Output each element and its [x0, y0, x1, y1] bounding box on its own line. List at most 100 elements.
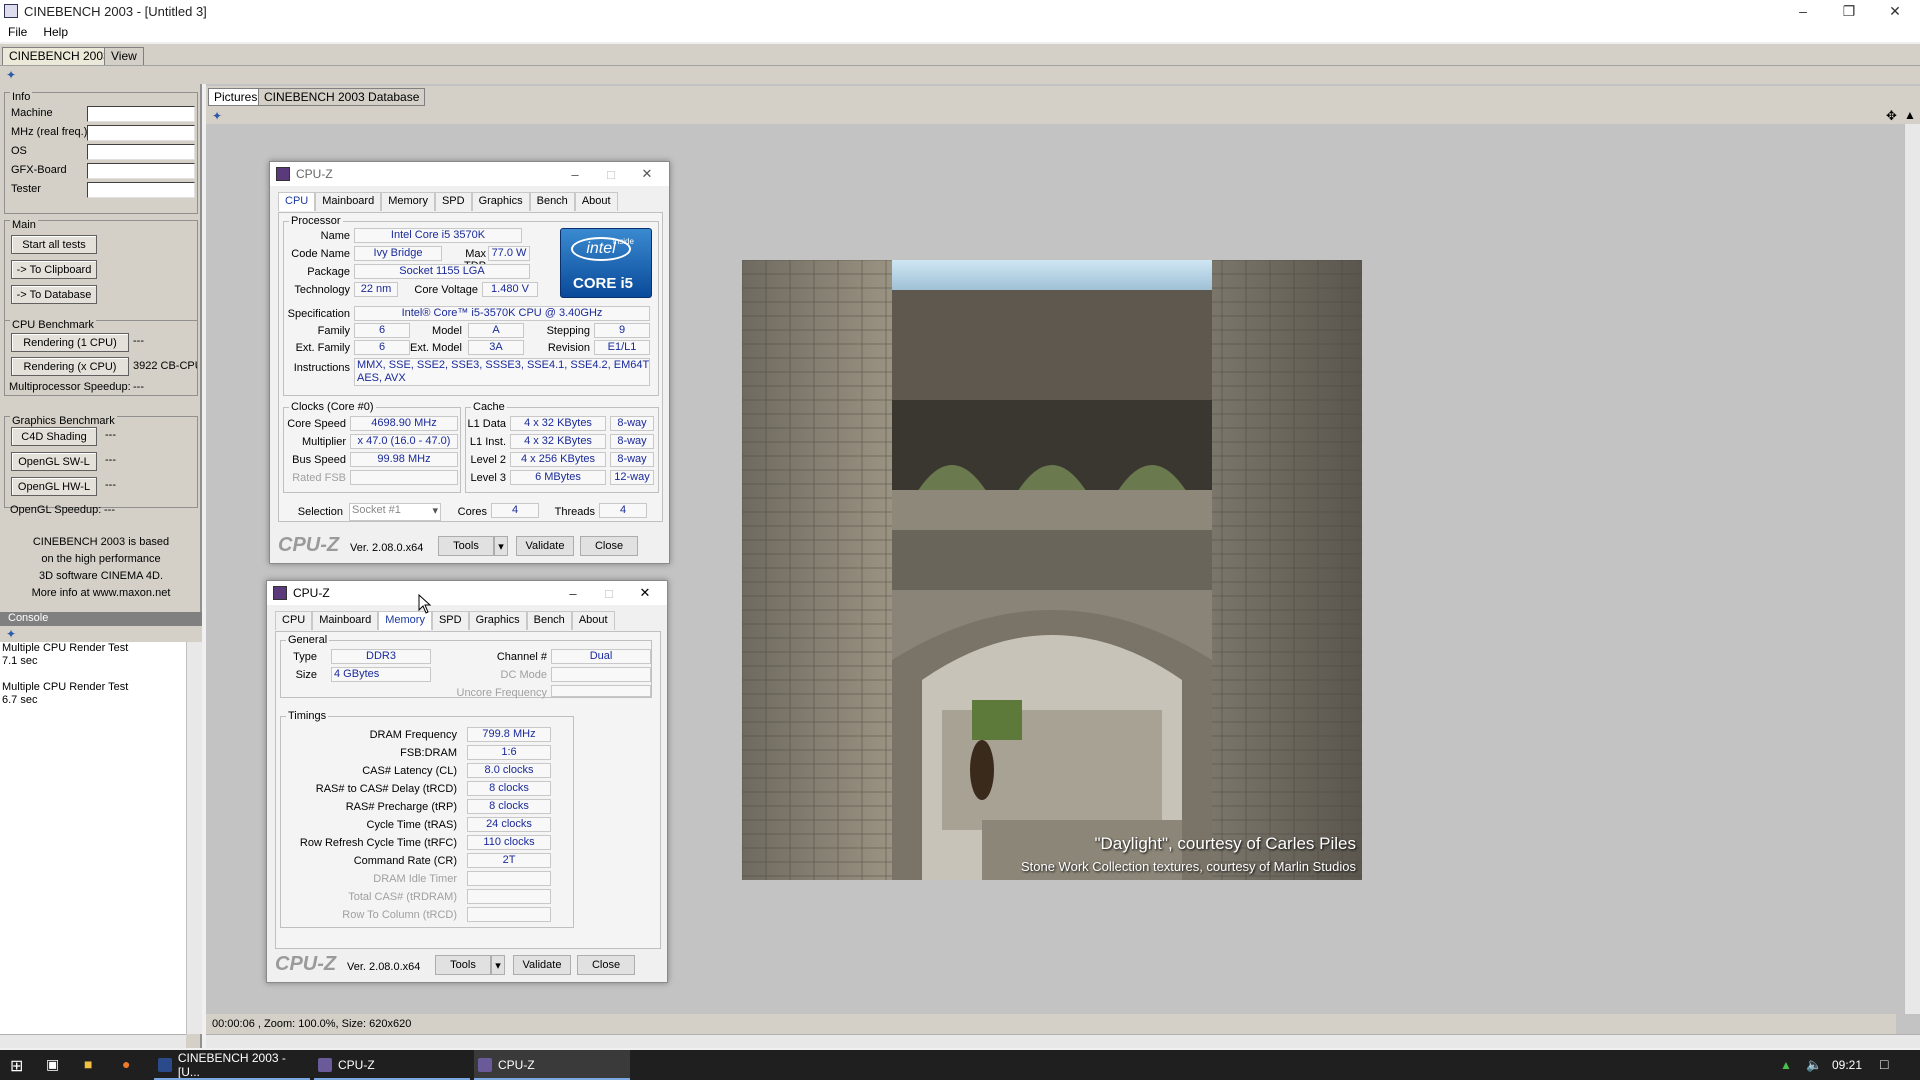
- opengl-swl-button[interactable]: OpenGL SW-L: [11, 452, 97, 471]
- validate-button[interactable]: Validate: [516, 536, 574, 556]
- tools-button[interactable]: Tools: [438, 536, 494, 556]
- rendering-1cpu-button[interactable]: Rendering (1 CPU): [11, 333, 129, 352]
- cpuz-maximize-button[interactable]: □: [593, 162, 629, 186]
- tab-about[interactable]: About: [574, 192, 618, 211]
- windows-start-icon[interactable]: ⊞: [10, 1056, 23, 1076]
- instructions-line-2: AES, AVX: [357, 372, 406, 384]
- tab-cpu[interactable]: CPU: [275, 611, 313, 630]
- timing-value: 8.0 clocks: [467, 763, 551, 778]
- cpuz2-minimize-button[interactable]: –: [555, 581, 591, 605]
- menu-help[interactable]: Help: [35, 25, 76, 39]
- opengl-speedup-label: OpenGL Speedup:: [10, 504, 102, 516]
- file-explorer-icon[interactable]: ■: [84, 1056, 92, 1072]
- uncore-frequency-value: [551, 685, 651, 697]
- taskbar-item-cinebench[interactable]: CINEBENCH 2003 - [U...: [154, 1050, 310, 1080]
- cpuz2-close-x-button[interactable]: ✕: [627, 581, 663, 605]
- tools-button[interactable]: Tools: [435, 955, 491, 975]
- volume-muted-icon[interactable]: 🔈: [1806, 1057, 1822, 1073]
- opengl-hwl-button[interactable]: OpenGL HW-L: [11, 477, 97, 496]
- cpuz2-version: Ver. 2.08.0.x64: [347, 961, 421, 973]
- cpuz2-footer: CPU-Z Ver. 2.08.0.x64 Tools ▾ Validate C…: [267, 949, 667, 981]
- cpuz-footer: CPU-Z Ver. 2.08.0.x64 Tools ▾ Validate C…: [270, 530, 669, 562]
- rendering-1cpu-value: ---: [133, 335, 144, 347]
- timing-label: DRAM Frequency: [369, 729, 457, 741]
- picture-hscrollbar[interactable]: [206, 1034, 1920, 1048]
- tab-memory[interactable]: Memory: [381, 192, 435, 211]
- tab-view[interactable]: View: [104, 47, 144, 65]
- mouse-cursor-icon: [418, 594, 432, 614]
- tools-dropdown-icon[interactable]: ▾: [491, 955, 505, 975]
- validate-button[interactable]: Validate: [513, 955, 571, 975]
- cpuz-version: Ver. 2.08.0.x64: [350, 542, 424, 554]
- to-database-button[interactable]: -> To Database: [11, 285, 97, 304]
- gfx-board-input[interactable]: [87, 163, 195, 179]
- os-input[interactable]: [87, 144, 195, 160]
- network-tray-icon[interactable]: ▲: [1780, 1058, 1792, 1072]
- tools-label: Tools: [450, 959, 476, 971]
- firefox-icon[interactable]: ●: [122, 1056, 130, 1072]
- timing-value: 8 clocks: [467, 781, 551, 796]
- taskbar: ⊞ ▣ ■ ● CINEBENCH 2003 - [U... CPU-Z CPU…: [0, 1050, 1920, 1080]
- task-view-icon[interactable]: ▣: [46, 1056, 59, 1073]
- tab-cinebench-2003[interactable]: CINEBENCH 2003: [2, 47, 117, 65]
- console-pin-icon[interactable]: ✦: [6, 627, 16, 641]
- clock[interactable]: 09:21: [1832, 1058, 1862, 1072]
- cpu-benchmark-title: CPU Benchmark: [10, 319, 96, 331]
- cpuz-minimize-button[interactable]: –: [557, 162, 593, 186]
- move-icon[interactable]: ✥: [1886, 108, 1897, 124]
- close-button[interactable]: ✕: [1872, 0, 1918, 22]
- console-hscrollbar[interactable]: [0, 1034, 186, 1048]
- tab-pictures[interactable]: Pictures: [208, 88, 264, 106]
- notification-icon[interactable]: □: [1880, 1056, 1888, 1072]
- console-output: Multiple CPU Render Test 7.1 sec Multipl…: [0, 642, 186, 1034]
- to-clipboard-button[interactable]: -> To Clipboard: [11, 260, 97, 279]
- memory-type-value: DDR3: [331, 649, 431, 664]
- timing-label: Row To Column (tRCD): [342, 909, 457, 921]
- taskbar-label-cpuz-2: CPU-Z: [498, 1058, 535, 1072]
- field-label-os: OS: [11, 145, 27, 157]
- tab-mainboard[interactable]: Mainboard: [312, 611, 379, 630]
- socket-select[interactable]: Socket #1 ▾: [349, 503, 441, 521]
- picture-pin-icon[interactable]: ✦: [212, 109, 222, 123]
- about-link[interactable]: More info at www.maxon.net: [0, 585, 202, 602]
- cpuz2-maximize-button[interactable]: □: [591, 581, 627, 605]
- tab-bench[interactable]: Bench: [529, 192, 575, 211]
- tab-spd[interactable]: SPD: [431, 611, 469, 630]
- memory-size-value: 4 GBytes: [331, 667, 431, 682]
- tab-cinebench-database[interactable]: CINEBENCH 2003 Database: [258, 88, 426, 106]
- pin-icon[interactable]: ✦: [6, 68, 16, 82]
- minimize-button[interactable]: –: [1780, 0, 1826, 22]
- c4d-shading-button[interactable]: C4D Shading: [11, 427, 97, 446]
- warning-icon[interactable]: ▲: [1904, 108, 1916, 122]
- tab-graphics[interactable]: Graphics: [468, 611, 527, 630]
- level2-label: Level 2: [470, 454, 506, 466]
- tester-input[interactable]: [87, 182, 195, 198]
- console-scrollbar[interactable]: [186, 642, 202, 1034]
- tab-mainboard[interactable]: Mainboard: [315, 192, 382, 211]
- machine-input[interactable]: [87, 106, 195, 122]
- menu-bar: File Help: [0, 22, 1920, 42]
- tools-dropdown-icon[interactable]: ▾: [494, 536, 508, 556]
- tab-spd[interactable]: SPD: [434, 192, 472, 211]
- mhz-input[interactable]: [87, 125, 195, 141]
- tab-bench[interactable]: Bench: [526, 611, 572, 630]
- close-button[interactable]: Close: [580, 536, 638, 556]
- cpuz-close-x-button[interactable]: ✕: [629, 162, 665, 186]
- info-group: Info Machine MHz (real freq.) OS GFX-Boa…: [4, 91, 198, 214]
- dc-mode-label: DC Mode: [500, 669, 547, 681]
- taskbar-item-cpuz-1[interactable]: CPU-Z: [314, 1050, 470, 1080]
- tab-graphics[interactable]: Graphics: [471, 192, 530, 211]
- taskbar-item-cpuz-2[interactable]: CPU-Z: [474, 1050, 630, 1080]
- tab-cpu[interactable]: CPU: [278, 192, 316, 211]
- core-speed-value: 4698.90 MHz: [350, 416, 458, 431]
- model-label: Model: [432, 325, 462, 337]
- timing-value: 799.8 MHz: [467, 727, 551, 742]
- picture-vscrollbar[interactable]: [1904, 124, 1920, 1014]
- restore-button[interactable]: ❐: [1826, 0, 1872, 22]
- tab-about[interactable]: About: [571, 611, 615, 630]
- menu-file[interactable]: File: [0, 25, 35, 39]
- intel-logo-brand: CORE i5: [573, 275, 634, 292]
- start-all-tests-button[interactable]: Start all tests: [11, 235, 97, 254]
- rendering-xcpu-button[interactable]: Rendering (x CPU): [11, 357, 129, 376]
- close-button[interactable]: Close: [577, 955, 635, 975]
